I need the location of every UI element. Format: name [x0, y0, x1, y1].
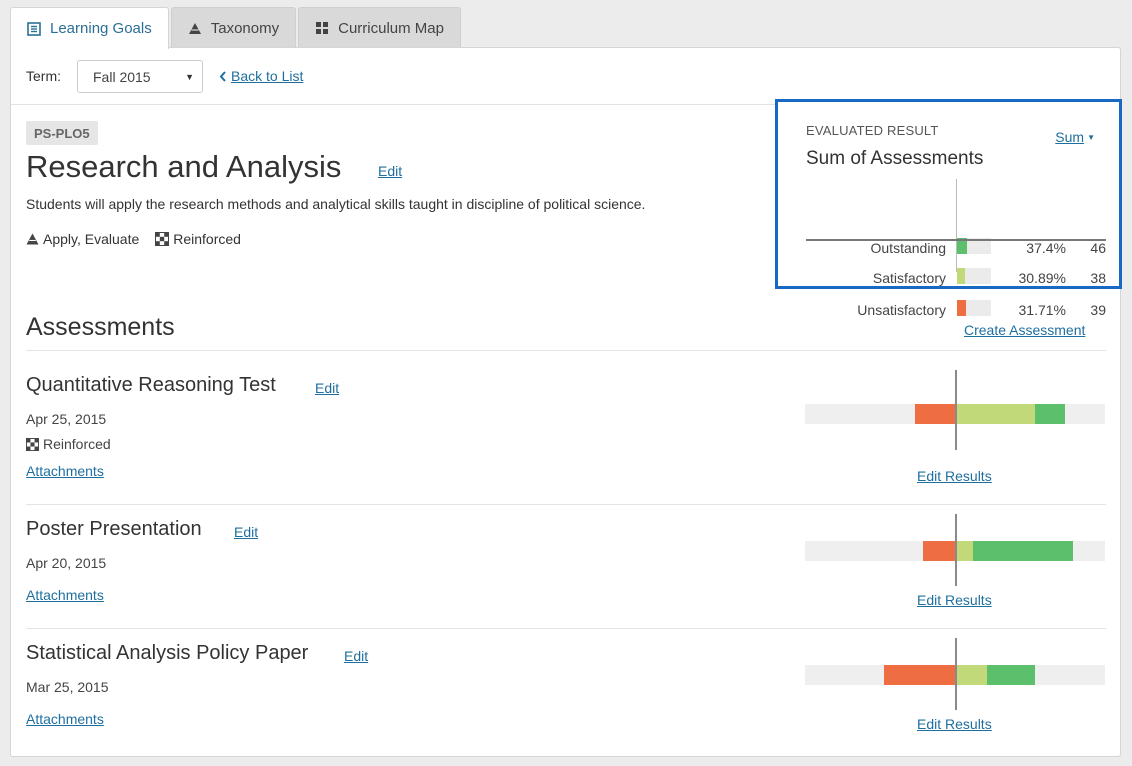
bar-segment-unsatisfactory [922, 541, 955, 561]
assessment-title: Quantitative Reasoning Test [26, 374, 276, 396]
result-divider [806, 239, 1106, 241]
result-row-count: 46 [1090, 240, 1106, 256]
result-row-name: Outstanding [870, 240, 947, 256]
back-to-list-link[interactable]: Back to List [219, 68, 303, 84]
assessment-title: Poster Presentation [26, 518, 202, 540]
assessment-date: Mar 25, 2015 [26, 679, 109, 695]
attachments-link[interactable]: Attachments [26, 463, 104, 479]
tab-label: Learning Goals [50, 20, 152, 37]
toolbar: Term: Fall 2015 ▼ Back to List [11, 48, 1120, 105]
tab-label: Curriculum Map [338, 19, 444, 37]
assessment-item: Statistical Analysis Policy Paper Edit M… [26, 638, 1106, 752]
attachments-link[interactable]: Attachments [26, 587, 104, 603]
pyramid-icon [188, 22, 202, 35]
bar-segment-satisfactory [955, 404, 1035, 424]
tab-label: Taxonomy [210, 19, 280, 37]
grid-icon [315, 21, 329, 35]
result-row-bar [957, 268, 991, 284]
bar-segment-satisfactory [955, 665, 987, 685]
edit-results-link[interactable]: Edit Results [917, 716, 992, 732]
result-row-name: Satisfactory [872, 270, 946, 286]
assessment-date: Apr 25, 2015 [26, 411, 107, 427]
result-row-satisfactory: Satisfactory 30.89% 38 [806, 264, 1106, 294]
evaluated-result-label: EVALUATED RESULT [806, 123, 939, 138]
bar-segment-outstanding [987, 665, 1035, 685]
term-select[interactable]: Fall 2015 ▼ [77, 60, 203, 93]
goal-code-badge: PS-PLO5 [26, 121, 98, 145]
list-icon [27, 21, 41, 36]
assessment-title: Statistical Analysis Policy Paper [26, 642, 309, 664]
result-row-percent: 30.89% [1018, 270, 1066, 286]
back-to-list-label: Back to List [231, 68, 304, 84]
result-row-bar-fill [957, 300, 966, 316]
edit-results-link[interactable]: Edit Results [917, 468, 992, 484]
caret-down-icon: ▼ [185, 72, 194, 82]
result-row-count: 39 [1090, 302, 1106, 318]
evaluated-result-panel: EVALUATED RESULT Sum ▼ Sum of Assessment… [775, 99, 1122, 318]
edit-results-link[interactable]: Edit Results [917, 592, 992, 608]
bar-segment-unsatisfactory [883, 665, 955, 685]
assessment-edit-link[interactable]: Edit [234, 524, 258, 540]
result-axis-line [955, 370, 957, 450]
tab-taxonomy[interactable]: Taxonomy [170, 7, 297, 48]
sum-dropdown[interactable]: Sum ▼ [1055, 129, 1095, 145]
tab-bar: Learning Goals Taxonomy Curriculum Map [10, 7, 463, 49]
result-axis-line [955, 514, 957, 586]
assessment-edit-link[interactable]: Edit [344, 648, 368, 664]
goal-edit-link[interactable]: Edit [378, 163, 402, 179]
assessment-edit-link[interactable]: Edit [315, 380, 339, 396]
bar-segment-unsatisfactory [915, 404, 955, 424]
assessments-heading: Assessments [26, 313, 175, 341]
assessment-coverage: Reinforced [26, 436, 111, 452]
result-row-bar-fill [957, 268, 965, 284]
caret-down-icon: ▼ [1087, 132, 1095, 142]
evaluated-result-title: Sum of Assessments [806, 148, 984, 169]
term-value: Fall 2015 [93, 68, 151, 85]
checker-icon [155, 232, 170, 246]
assessment-item: Quantitative Reasoning Test Edit Apr 25,… [26, 370, 1106, 504]
pyramid-icon [26, 233, 39, 245]
bar-segment-satisfactory [955, 541, 973, 561]
bar-segment-outstanding [973, 541, 1073, 561]
tab-curriculum-map[interactable]: Curriculum Map [298, 7, 461, 48]
goal-description: Students will apply the research methods… [26, 196, 646, 212]
result-row-percent: 37.4% [1026, 240, 1066, 256]
term-label: Term: [26, 68, 61, 84]
bar-segment-outstanding [1035, 404, 1065, 424]
tab-learning-goals[interactable]: Learning Goals [10, 7, 169, 49]
result-row-bar [957, 300, 991, 316]
checker-icon [26, 437, 39, 451]
attachments-link[interactable]: Attachments [26, 711, 104, 727]
divider [26, 628, 1106, 629]
goal-levels: Apply, Evaluate [43, 231, 140, 247]
result-row-name: Unsatisfactory [857, 302, 946, 318]
result-row-percent: 31.71% [1018, 302, 1066, 318]
result-row-count: 38 [1090, 270, 1106, 286]
divider [26, 350, 1106, 351]
goal-meta: Apply, Evaluate Reinforced [26, 231, 241, 247]
sum-dropdown-label: Sum [1055, 129, 1085, 145]
divider [26, 504, 1106, 505]
create-assessment-link[interactable]: Create Assessment [964, 322, 1085, 338]
assessment-item: Poster Presentation Edit Apr 20, 2015 At… [26, 514, 1106, 628]
result-axis-line [955, 638, 957, 710]
assessment-coverage-label: Reinforced [43, 436, 111, 452]
chevron-left-icon [219, 70, 226, 82]
assessment-date: Apr 20, 2015 [26, 555, 107, 571]
learning-goal-panel: Term: Fall 2015 ▼ Back to List PS-PLO5 R… [10, 47, 1122, 757]
goal-title: Research and Analysis [26, 149, 342, 184]
goal-coverage: Reinforced [173, 231, 241, 247]
